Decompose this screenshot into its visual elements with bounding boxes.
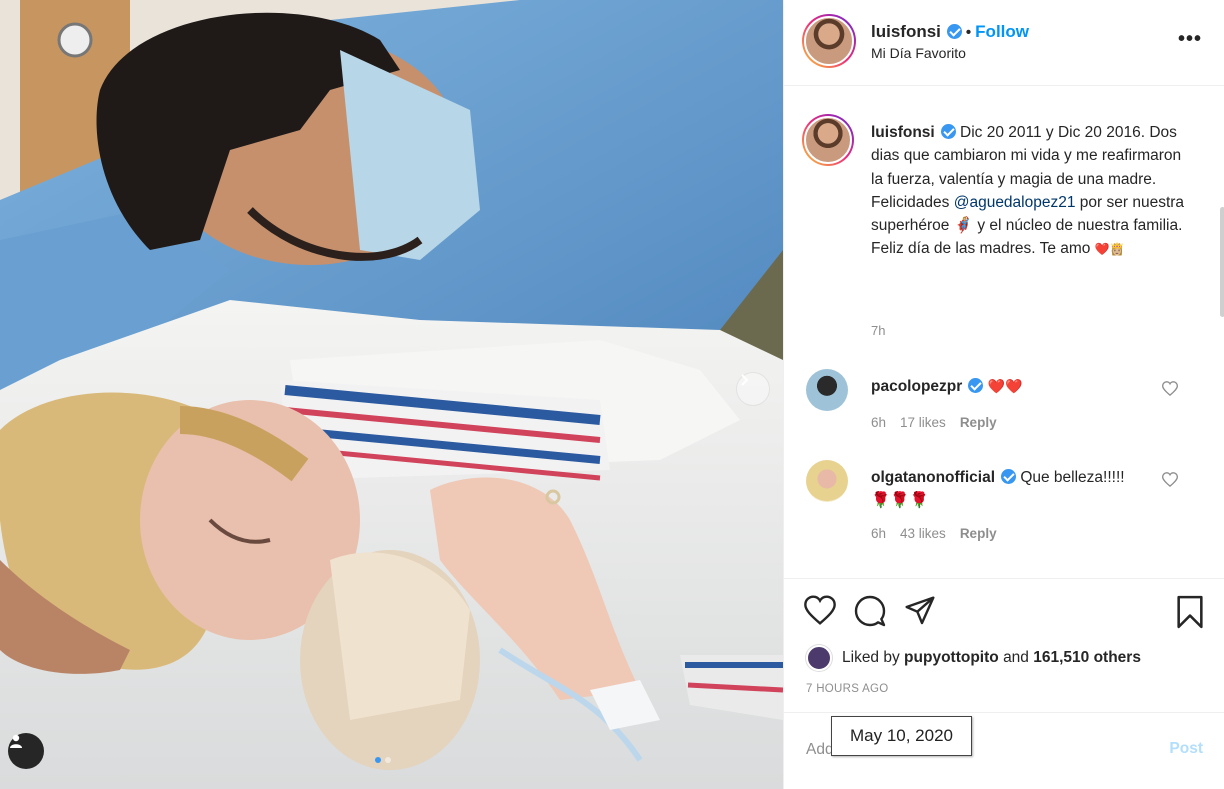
- author-avatar[interactable]: [802, 14, 856, 68]
- caption-username[interactable]: luisfonsi: [871, 124, 935, 141]
- liked-by-prefix: Liked by: [842, 649, 900, 666]
- author-username[interactable]: luisfonsi: [871, 22, 941, 41]
- location-link[interactable]: Mi Día Favorito: [871, 45, 966, 61]
- mention-link[interactable]: @aguedalopez21: [954, 194, 1076, 211]
- heart-icon: [1161, 381, 1179, 397]
- post-header: luisfonsi • Follow Mi Día Favorito •••: [784, 0, 1224, 86]
- liked-by-user[interactable]: pupyottopito: [904, 649, 999, 666]
- commenter-username[interactable]: pacolopezpr: [871, 378, 962, 395]
- comment-meta: 6h 43 likes Reply: [871, 526, 1011, 541]
- liked-by-text: Liked by pupyottopito and 161,510 others: [842, 649, 1141, 667]
- heart-icon: [804, 595, 836, 625]
- liked-by-others[interactable]: 161,510 others: [1033, 649, 1141, 666]
- share-icon: [905, 596, 935, 625]
- post-side-panel: luisfonsi • Follow Mi Día Favorito ••• lui…: [783, 0, 1224, 789]
- comment-likes[interactable]: 43 likes: [900, 526, 946, 541]
- like-comment-button[interactable]: [1161, 381, 1179, 401]
- post-comment-button[interactable]: Post: [1169, 740, 1203, 758]
- verified-badge-icon: [1001, 469, 1016, 484]
- liked-by-middle: and: [1003, 649, 1029, 666]
- carousel-indicator: [375, 757, 391, 763]
- comment-text: pacolopezpr ❤️❤️: [871, 375, 1141, 398]
- post-time-ago[interactable]: 7 HOURS AGO: [806, 683, 889, 695]
- action-icons: [804, 595, 936, 632]
- like-button[interactable]: [804, 595, 836, 632]
- reply-button[interactable]: Reply: [960, 415, 997, 430]
- reply-button[interactable]: Reply: [960, 526, 997, 541]
- comment-button[interactable]: [854, 595, 886, 632]
- bookmark-icon: [1177, 595, 1203, 629]
- photo-illustration: [0, 0, 783, 789]
- carousel-dot-active: [375, 757, 381, 763]
- post-actions: Liked by pupyottopito and 161,510 others…: [784, 578, 1224, 713]
- more-options-button[interactable]: •••: [1178, 28, 1202, 51]
- tagged-users-button[interactable]: [8, 733, 44, 769]
- verified-badge-icon: [940, 124, 956, 139]
- carousel-dot: [385, 757, 391, 763]
- superhero-emoji: 🦸🏼‍♀️: [953, 217, 974, 235]
- heart-icon: [1161, 472, 1179, 488]
- follow-button[interactable]: Follow: [975, 22, 1029, 41]
- caption-avatar[interactable]: [802, 114, 854, 166]
- date-tooltip: May 10, 2020: [831, 716, 972, 756]
- like-comment-button[interactable]: [1161, 472, 1179, 492]
- post-photo[interactable]: [0, 0, 783, 789]
- comments-area[interactable]: luisfonsi Dic 20 2011 y Dic 20 2016. Dos…: [784, 87, 1224, 577]
- verified-badge-icon: [968, 378, 984, 393]
- comment-likes[interactable]: 17 likes: [900, 415, 946, 430]
- verified-badge-icon: [946, 24, 962, 39]
- caption-time[interactable]: 7h: [871, 323, 885, 338]
- comment-time[interactable]: 6h: [871, 415, 886, 430]
- commenter-avatar[interactable]: [806, 369, 848, 411]
- next-photo-button[interactable]: [736, 372, 770, 406]
- liker-avatar[interactable]: [806, 645, 832, 671]
- save-button[interactable]: [1175, 595, 1205, 634]
- comment-icon: [854, 595, 886, 627]
- author-row: luisfonsi • Follow: [871, 22, 1029, 42]
- comments-scrollbar[interactable]: [1220, 207, 1224, 317]
- user-icon: [10, 734, 22, 748]
- commenter-avatar[interactable]: [806, 460, 848, 502]
- separator-dot: •: [965, 24, 972, 41]
- comment-text: olgatanonofficial Que belleza!!!!!🌹🌹🌹: [871, 466, 1141, 512]
- comment-meta: 6h 17 likes Reply: [871, 415, 1011, 430]
- heart-princess-emoji: ❤️👸🏼: [1094, 242, 1125, 257]
- caption-text: luisfonsi Dic 20 2011 y Dic 20 2016. Dos…: [871, 121, 1191, 262]
- share-button[interactable]: [904, 595, 936, 632]
- chevron-right-icon: [741, 374, 749, 386]
- comment-time[interactable]: 6h: [871, 526, 886, 541]
- likes-summary: Liked by pupyottopito and 161,510 others: [806, 645, 1141, 671]
- comment-body: ❤️❤️: [987, 378, 1023, 394]
- commenter-username[interactable]: olgatanonofficial: [871, 469, 995, 486]
